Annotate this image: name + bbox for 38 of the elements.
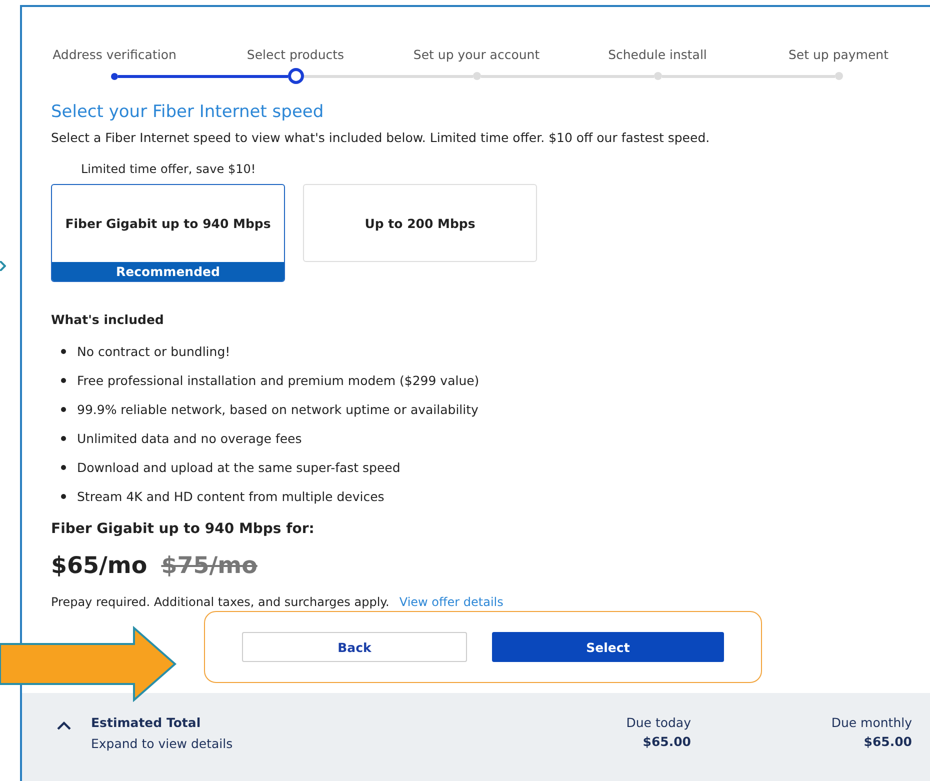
feature-text: Stream 4K and HD content from multiple devices	[77, 489, 384, 504]
plan-card[interactable]: Up to 200 Mbps	[303, 184, 537, 262]
summary-title: Estimated Total	[91, 715, 202, 730]
price-title: Fiber Gigabit up to 940 Mbps for:	[51, 521, 314, 537]
step-label: Set up payment	[788, 47, 888, 62]
feature-text: Free professional installation and premium modem ($299 value)	[77, 373, 480, 388]
due-amount: $65.00	[642, 734, 691, 749]
bullet-icon	[61, 407, 66, 412]
bullet-icon	[61, 436, 66, 441]
due-amount: $65.00	[864, 734, 912, 749]
select-button[interactable]: Select	[492, 632, 724, 662]
bullet-icon	[61, 349, 66, 354]
price-note: Prepay required. Additional taxes, and surcharges apply.	[51, 595, 390, 609]
feature-text: Download and upload at the same super-fast speed	[77, 460, 400, 475]
summary-subtitle: Expand to view details	[91, 736, 234, 751]
section-heading: Select your Fiber Internet speed	[51, 102, 324, 122]
feature-text: No contract or bundling!	[77, 344, 230, 359]
bullet-icon	[61, 494, 66, 499]
current-price: $65/mo	[51, 553, 148, 579]
back-button[interactable]: Back	[242, 632, 467, 662]
bullet-icon	[61, 378, 66, 383]
included-title: What's included	[51, 312, 164, 327]
old-price: $75/mo	[161, 553, 258, 579]
feature-text: 99.9% reliable network, based on network uptime or availability	[77, 402, 478, 417]
step-label: Address verification	[52, 47, 176, 62]
step-label: Set up your account	[413, 47, 540, 62]
due-label: Due monthly	[831, 715, 912, 730]
bullet-icon	[61, 465, 66, 470]
step-label: Select products	[246, 47, 344, 62]
intro-text: Select a Fiber Internet speed to view what's included below. Limited time offer. $10 off our fastest speed.	[51, 130, 710, 145]
chevron-up-icon[interactable]	[57, 721, 71, 730]
offer-note: Limited time offer, save $10!	[81, 162, 256, 176]
plan-card[interactable]: Fiber Gigabit up to 940 Mbps Recommended	[51, 184, 285, 282]
arrow-tip-icon	[0, 261, 6, 271]
step-label: Schedule install	[608, 47, 707, 62]
due-label: Due today	[626, 715, 691, 730]
feature-text: Unlimited data and no overage fees	[77, 431, 302, 446]
offer-details-link[interactable]: View offer details	[399, 595, 504, 609]
